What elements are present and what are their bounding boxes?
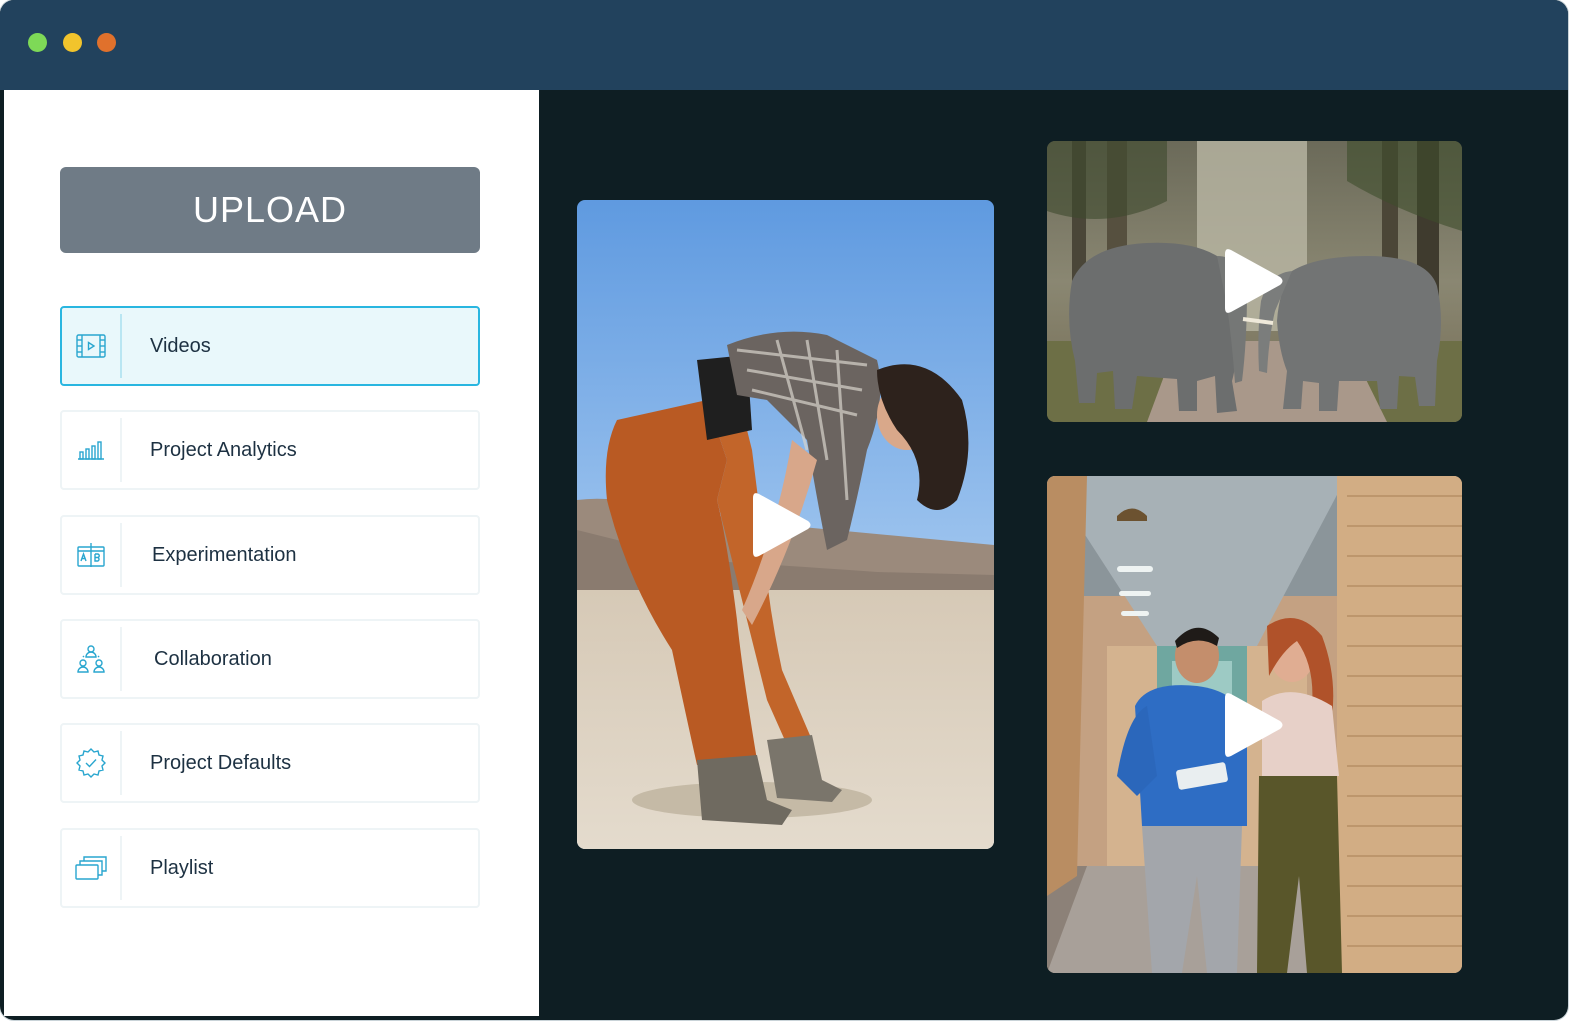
sidebar-item-label: Collaboration <box>154 647 272 670</box>
video-thumbnail-elephants[interactable] <box>1047 141 1462 422</box>
video-thumbnail-office[interactable] <box>1047 476 1462 973</box>
sidebar-item-label: Playlist <box>150 856 214 879</box>
team-icon <box>62 621 120 697</box>
video-frame-icon <box>62 308 120 384</box>
sidebar-item-label: Project Defaults <box>150 751 292 774</box>
play-icon[interactable] <box>1223 690 1285 760</box>
title-bar <box>0 0 1568 90</box>
window-control-orange[interactable] <box>97 33 116 52</box>
sidebar-item-collaboration[interactable]: Collaboration <box>60 619 480 699</box>
sidebar-item-experimentation[interactable]: Experimentation <box>60 515 480 595</box>
sidebar-item-label: Videos <box>150 334 211 357</box>
sidebar-item-project-defaults[interactable]: Project Defaults <box>60 723 480 803</box>
video-thumbnail-desert[interactable] <box>577 200 994 849</box>
sidebar-item-project-analytics[interactable]: Project Analytics <box>60 410 480 490</box>
window-control-green[interactable] <box>28 33 47 52</box>
play-icon[interactable] <box>1223 246 1285 316</box>
stacked-windows-icon <box>62 830 120 906</box>
ab-test-icon <box>62 517 120 593</box>
sidebar: UPLOAD Videos Project Analytics Experime… <box>4 90 539 1016</box>
window-control-yellow[interactable] <box>63 33 82 52</box>
play-icon[interactable] <box>751 490 813 560</box>
sidebar-item-label: Experimentation <box>152 543 297 566</box>
sidebar-item-label: Project Analytics <box>150 438 297 461</box>
settings-gear-icon <box>62 725 120 801</box>
upload-button[interactable]: UPLOAD <box>60 167 480 253</box>
sidebar-item-playlist[interactable]: Playlist <box>60 828 480 908</box>
bar-chart-icon <box>62 412 120 488</box>
sidebar-item-videos[interactable]: Videos <box>60 306 480 386</box>
app-window: UPLOAD Videos Project Analytics Experime… <box>0 0 1568 1020</box>
